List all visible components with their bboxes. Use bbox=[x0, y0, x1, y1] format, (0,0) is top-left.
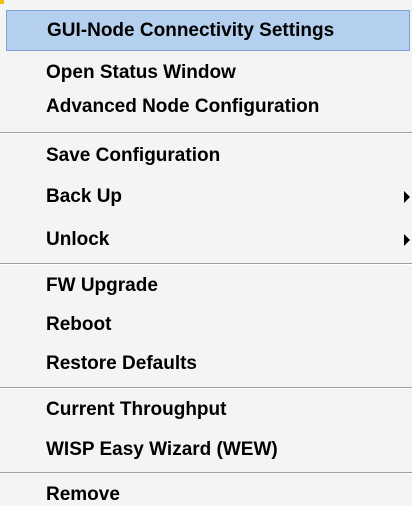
submenu-arrow-icon bbox=[404, 233, 410, 246]
menu-item-reboot[interactable]: Reboot bbox=[6, 304, 410, 345]
menu-item-label: Save Configuration bbox=[46, 144, 221, 166]
menu-item-label: GUI-Node Connectivity Settings bbox=[47, 19, 335, 41]
menu-item-restore-defaults[interactable]: Restore Defaults bbox=[6, 343, 410, 384]
menu-item-save-configuration[interactable]: Save Configuration bbox=[6, 135, 410, 176]
corner-accent bbox=[0, 0, 4, 4]
menu-item-unlock[interactable]: Unlock bbox=[6, 219, 410, 260]
menu-item-fw-upgrade[interactable]: FW Upgrade bbox=[6, 265, 410, 306]
menu-item-label: Restore Defaults bbox=[46, 352, 197, 374]
menu-item-back-up[interactable]: Back Up bbox=[6, 176, 410, 217]
menu-item-label: Current Throughput bbox=[46, 398, 227, 420]
menu-item-label: Reboot bbox=[46, 313, 112, 335]
menu-item-gui-node-connectivity-settings[interactable]: GUI-Node Connectivity Settings bbox=[6, 10, 410, 51]
menu-item-label: Back Up bbox=[46, 185, 123, 207]
menu-item-label: Open Status Window bbox=[46, 61, 236, 83]
submenu-arrow-icon bbox=[404, 190, 410, 203]
menu-separator bbox=[0, 132, 412, 134]
menu-item-remove[interactable]: Remove bbox=[6, 474, 410, 515]
menu-item-label: FW Upgrade bbox=[46, 274, 158, 296]
menu-item-label: WISP Easy Wizard (WEW) bbox=[46, 438, 278, 460]
menu-item-label: Unlock bbox=[46, 228, 110, 250]
context-menu: GUI-Node Connectivity Settings Open Stat… bbox=[0, 0, 412, 506]
menu-item-wisp-easy-wizard[interactable]: WISP Easy Wizard (WEW) bbox=[6, 429, 410, 470]
menu-item-current-throughput[interactable]: Current Throughput bbox=[6, 389, 410, 430]
menu-item-label: Remove bbox=[46, 483, 120, 505]
menu-item-advanced-node-configuration[interactable]: Advanced Node Configuration bbox=[6, 86, 410, 127]
menu-item-label: Advanced Node Configuration bbox=[46, 95, 320, 117]
